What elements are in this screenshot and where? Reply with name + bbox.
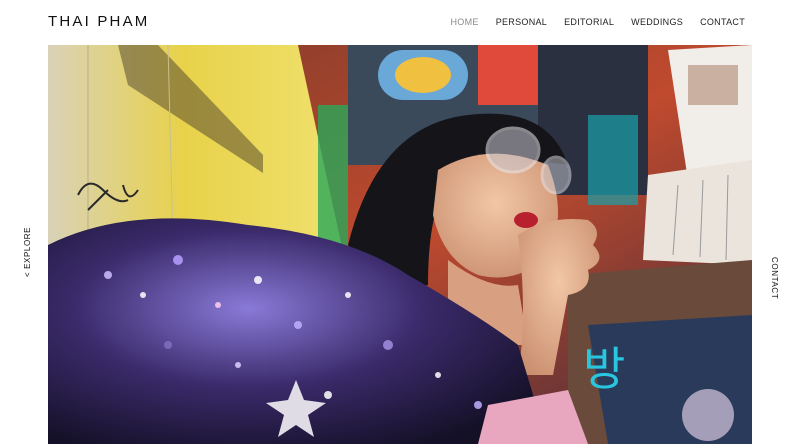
glasses	[485, 126, 541, 174]
site-logo[interactable]: THAI PHAM	[48, 13, 149, 30]
hero-photo-illustration: 방	[48, 45, 752, 444]
neon-sign-text: 방	[583, 342, 625, 396]
nav-item-home[interactable]: HOME	[450, 17, 478, 27]
nav-item-contact[interactable]: CONTACT	[700, 17, 745, 27]
site-header: THAI PHAM HOME PERSONAL EDITORIAL WEDDIN…	[0, 0, 800, 46]
nav-item-weddings[interactable]: WEDDINGS	[631, 17, 683, 27]
hero-photo: 방	[48, 45, 752, 444]
explore-link[interactable]: < EXPLORE	[23, 227, 32, 277]
main-nav: HOME PERSONAL EDITORIAL WEDDINGS CONTACT	[450, 17, 745, 27]
nav-item-editorial[interactable]: EDITORIAL	[564, 17, 614, 27]
contact-side-link[interactable]: CONTACT	[770, 257, 779, 299]
nav-item-personal[interactable]: PERSONAL	[496, 17, 547, 27]
